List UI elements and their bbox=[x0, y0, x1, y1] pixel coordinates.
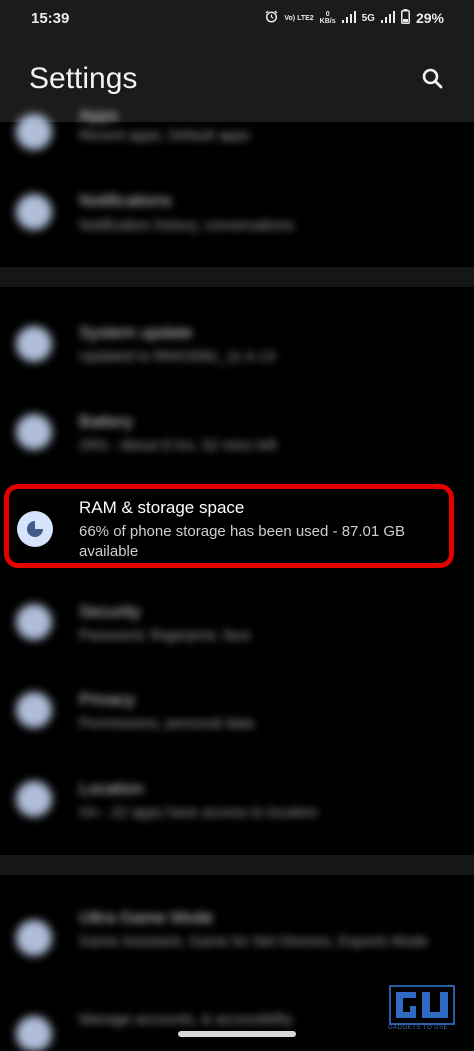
network-type: 5G bbox=[361, 12, 375, 24]
settings-item-location[interactable]: Location On - 22 apps have access to loc… bbox=[0, 770, 474, 850]
item-title: Privacy bbox=[79, 690, 135, 709]
settings-item-ultra-game-mode[interactable]: Ultra Game Mode Game Assistant, Game for… bbox=[0, 900, 474, 980]
search-icon bbox=[422, 68, 443, 89]
settings-item-battery[interactable]: Battery 29% - About 8 hrs, 52 mins left bbox=[0, 404, 474, 484]
status-time: 15:39 bbox=[31, 10, 70, 27]
settings-item-notifications[interactable]: Notifications Notification history, conv… bbox=[0, 180, 474, 260]
search-button[interactable] bbox=[418, 64, 448, 94]
volte-indicator: Vo) LTE2 bbox=[284, 14, 314, 22]
system-update-icon bbox=[16, 326, 52, 362]
settings-item-privacy[interactable]: Privacy Permissions, personal data bbox=[0, 681, 474, 761]
privacy-icon bbox=[16, 692, 52, 728]
apps-icon bbox=[16, 114, 52, 150]
battery-settings-icon bbox=[16, 414, 52, 450]
settings-item-apps[interactable]: Apps Recent apps, Default apps bbox=[0, 104, 474, 184]
game-mode-icon bbox=[16, 920, 52, 956]
item-title: Apps bbox=[79, 106, 118, 125]
item-subtitle: Manage accounts, & accessibility bbox=[79, 1012, 293, 1028]
location-icon bbox=[16, 781, 52, 817]
item-subtitle: Password, fingerprint, face bbox=[79, 628, 251, 644]
signal-icon bbox=[341, 10, 356, 26]
network-speed-value: 0 bbox=[325, 11, 330, 18]
battery-icon bbox=[400, 9, 410, 27]
item-title: Ultra Game Mode bbox=[79, 908, 214, 927]
security-icon bbox=[16, 604, 52, 640]
item-title: System update bbox=[79, 323, 193, 342]
item-title: Notifications bbox=[79, 191, 172, 210]
item-subtitle: 29% - About 8 hrs, 52 mins left bbox=[79, 438, 277, 454]
item-subtitle: Updated to RMX3081_11.A.13 bbox=[79, 349, 276, 365]
accounts-icon bbox=[16, 1016, 52, 1051]
gesture-nav-handle[interactable] bbox=[178, 1031, 296, 1037]
item-subtitle: Permissions, personal data bbox=[79, 716, 254, 732]
network-speed-unit: KB/s bbox=[319, 18, 336, 25]
watermark-text: GADGETS TO USE bbox=[388, 1025, 449, 1031]
item-subtitle: Notification history, conversations bbox=[79, 218, 294, 234]
status-bar: 15:39 Vo) LTE2 0 KB/s 5G 29% bbox=[0, 0, 474, 40]
battery-percent: 29% bbox=[415, 10, 444, 26]
item-subtitle: Recent apps, Default apps bbox=[79, 128, 250, 144]
status-icons: Vo) LTE2 0 KB/s 5G 29% bbox=[265, 9, 444, 27]
item-title: Location bbox=[79, 779, 144, 798]
notifications-icon bbox=[16, 194, 52, 230]
section-divider bbox=[0, 267, 474, 287]
page-title: Settings bbox=[29, 62, 138, 95]
highlight-annotation bbox=[4, 484, 454, 568]
item-title: Battery bbox=[79, 412, 133, 431]
network-speed: 0 KB/s bbox=[320, 11, 336, 25]
alarm-icon bbox=[265, 10, 278, 26]
settings-item-security[interactable]: Security Password, fingerprint, face bbox=[0, 593, 474, 673]
section-divider bbox=[0, 855, 474, 875]
item-subtitle: Game Assistant, Game for Net Dismiss, Es… bbox=[79, 934, 428, 950]
signal-icon-2 bbox=[380, 10, 395, 26]
settings-item-system-update[interactable]: System update Updated to RMX3081_11.A.13 bbox=[0, 315, 474, 395]
item-subtitle: On - 22 apps have access to location bbox=[79, 805, 318, 821]
item-title: Security bbox=[79, 602, 141, 621]
